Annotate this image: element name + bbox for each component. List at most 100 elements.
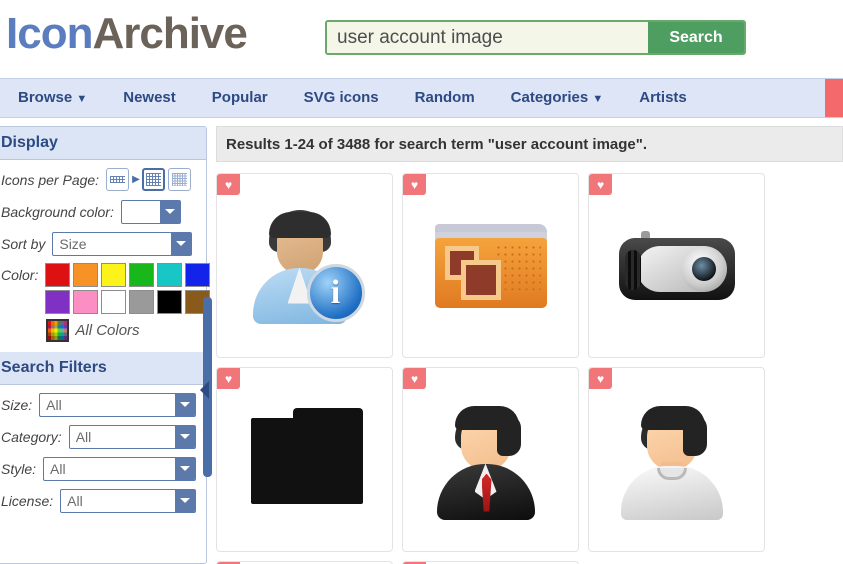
color-swatch-green[interactable] — [129, 263, 155, 287]
color-swatch-purple[interactable] — [45, 290, 71, 314]
filter-style-value: All — [50, 460, 66, 477]
filter-category-row: Category: All — [1, 424, 196, 449]
display-panel-body: Icons per Page: ▶ Background color: Sort… — [0, 160, 211, 342]
color-swatch-blue[interactable] — [185, 263, 211, 287]
framed-photo-icon — [241, 396, 369, 524]
hair-top-shape — [268, 211, 331, 238]
main-navigation: Browse ▼ Newest Popular SVG icons Random… — [0, 78, 843, 118]
site-header: IconArchive Search — [0, 0, 843, 76]
favorite-heart-icon[interactable]: ♥ — [589, 174, 612, 195]
search-input[interactable] — [327, 22, 648, 53]
grid-medium-icon — [145, 173, 161, 186]
results-summary: Results 1-24 of 3488 for search term "us… — [216, 126, 843, 162]
casual-user-icon — [613, 396, 741, 524]
nav-item-artists[interactable]: Artists — [621, 79, 705, 117]
camera-grip-shape — [624, 249, 641, 290]
nav-label-browse: Browse — [18, 88, 73, 106]
digital-camera-icon — [613, 202, 741, 330]
hair-side-shape — [496, 413, 521, 456]
chevron-down-icon — [175, 393, 195, 416]
sidebar-collapse-arrow-icon[interactable] — [200, 381, 209, 399]
result-card-user-info[interactable]: ♥ i — [216, 173, 393, 358]
color-swatch-white[interactable] — [101, 290, 127, 314]
result-card-casual-user[interactable]: ♥ — [588, 367, 765, 552]
nav-label-svg-icons: SVG icons — [303, 89, 379, 106]
page-root: IconArchive Search Browse ▼ Newest Popul… — [0, 0, 843, 564]
search-filters-panel-title: Search Filters — [0, 352, 206, 385]
filter-license-select[interactable]: All — [60, 488, 196, 513]
grid-large-icon — [171, 173, 187, 186]
background-color-select[interactable] — [120, 199, 181, 224]
nav-item-newest[interactable]: Newest — [105, 79, 194, 117]
favorite-heart-icon[interactable]: ♥ — [217, 174, 240, 195]
favorite-heart-icon[interactable]: ♥ — [217, 368, 240, 389]
filter-size-value: All — [46, 396, 62, 413]
chevron-down-icon — [175, 489, 195, 512]
chevron-down-icon: ▼ — [592, 92, 604, 105]
color-label: Color: — [1, 267, 39, 283]
result-card-digital-camera[interactable]: ♥ — [588, 173, 765, 358]
result-card-framed-photo[interactable]: ♥ — [216, 367, 393, 552]
sort-by-row: Sort by Size — [1, 231, 196, 256]
favorite-heart-icon[interactable]: ♥ — [589, 368, 612, 389]
grid-small-icon — [110, 176, 126, 183]
collar-shape — [656, 467, 687, 480]
result-card-photo-folder[interactable]: ♥ — [402, 173, 579, 358]
all-colors-option[interactable]: All Colors — [46, 319, 215, 342]
photo-folder-icon — [427, 202, 555, 330]
nav-item-random[interactable]: Random — [397, 79, 493, 117]
nav-label-popular: Popular — [211, 89, 268, 106]
filter-license-row: License: All — [1, 488, 196, 513]
icons-per-page-label: Icons per Page: — [1, 171, 100, 188]
grid-size-small-button[interactable] — [106, 168, 130, 191]
results-area: Results 1-24 of 3488 for search term "us… — [216, 126, 843, 564]
chevron-down-icon — [175, 457, 195, 480]
color-swatch-orange[interactable] — [73, 263, 99, 287]
nav-accent-block[interactable] — [825, 79, 843, 117]
sort-by-select[interactable]: Size — [52, 231, 193, 256]
results-grid: ♥ i ♥ ♥ ♥ ♥ ♥ — [216, 173, 843, 564]
filter-license-label: License: — [1, 492, 54, 509]
color-row: Color: All Colors — [1, 263, 211, 342]
background-color-row: Background color: — [1, 199, 196, 224]
sidebar: Display Icons per Page: ▶ Background col… — [0, 126, 211, 564]
chevron-down-icon — [159, 200, 180, 223]
color-swatch-red[interactable] — [45, 263, 71, 287]
favorite-heart-icon[interactable]: ♥ — [403, 368, 426, 389]
site-logo[interactable]: IconArchive — [6, 8, 248, 60]
nav-label-categories: Categories — [510, 88, 589, 106]
icons-per-page-row: Icons per Page: ▶ — [1, 167, 196, 192]
chevron-down-icon: ▼ — [76, 92, 88, 105]
sort-by-label: Sort by — [1, 235, 46, 252]
chevron-down-icon — [171, 232, 192, 255]
filter-size-label: Size: — [1, 396, 33, 413]
logo-text-secondary: Archive — [92, 9, 247, 58]
nav-item-browse[interactable]: Browse ▼ — [0, 79, 105, 118]
filter-style-select[interactable]: All — [43, 456, 196, 481]
grid-size-large-button[interactable] — [167, 168, 191, 191]
search-button[interactable]: Search — [648, 22, 744, 53]
grid-size-medium-button[interactable] — [141, 168, 165, 191]
filter-category-label: Category: — [1, 428, 62, 445]
color-swatch-gray[interactable] — [129, 290, 155, 314]
nav-item-popular[interactable]: Popular — [194, 79, 286, 117]
hair-side-shape — [682, 413, 707, 456]
grid-selected-marker-icon: ▶ — [132, 174, 140, 185]
color-swatch-cyan[interactable] — [157, 263, 183, 287]
favorite-heart-icon[interactable]: ♥ — [403, 174, 426, 195]
nav-item-svg-icons[interactable]: SVG icons — [286, 79, 397, 117]
nav-label-artists: Artists — [639, 89, 687, 106]
color-swatch-pink[interactable] — [73, 290, 99, 314]
nav-item-categories[interactable]: Categories ▼ — [493, 79, 622, 118]
result-card-businessman-user[interactable]: ♥ — [402, 367, 579, 552]
color-swatch-area: All Colors — [45, 263, 215, 342]
filter-category-select[interactable]: All — [68, 424, 196, 449]
filter-style-row: Style: All — [1, 456, 196, 481]
filter-size-select[interactable]: All — [39, 392, 196, 417]
filter-category-value: All — [75, 428, 92, 445]
filter-style-label: Style: — [1, 460, 37, 477]
color-swatch-black[interactable] — [157, 290, 183, 314]
display-panel-title: Display — [0, 127, 206, 160]
color-swatch-yellow[interactable] — [101, 263, 127, 287]
camera-lens-shape — [680, 245, 727, 292]
